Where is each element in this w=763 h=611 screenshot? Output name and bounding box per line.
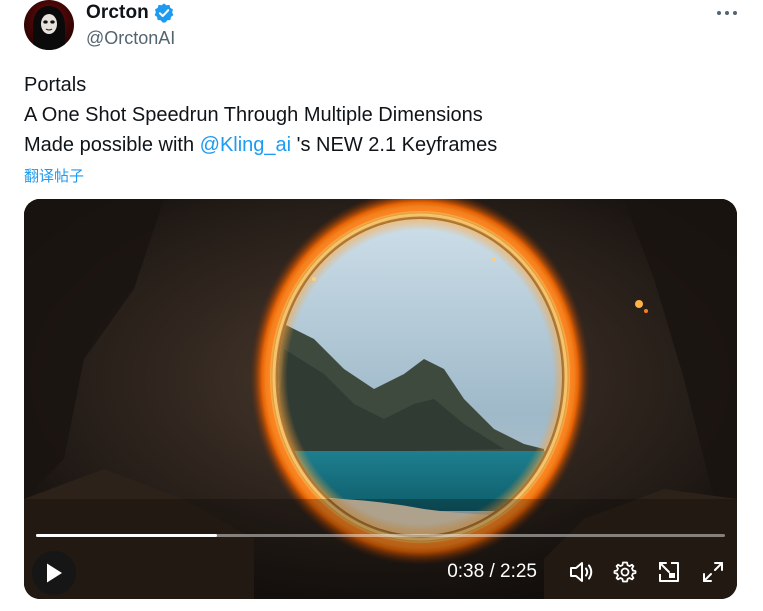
mute-button[interactable] — [567, 558, 595, 586]
author-name-row: Orcton — [86, 2, 175, 24]
translate-post-link[interactable]: 翻译帖子 — [24, 165, 84, 186]
verified-badge-icon — [153, 2, 175, 24]
fullscreen-icon — [703, 562, 723, 582]
video-time-display: 0:38 / 2:25 — [447, 561, 537, 583]
volume-icon — [570, 562, 593, 582]
video-progress-bar[interactable] — [36, 534, 725, 537]
duration: 2:25 — [500, 561, 537, 582]
kling-mention-link[interactable]: @Kling_ai — [200, 134, 291, 156]
current-time: 0:38 — [447, 561, 485, 582]
play-icon — [47, 563, 62, 583]
more-options-button[interactable] — [712, 3, 742, 23]
credit-suffix: 's NEW 2.1 Keyframes — [291, 134, 498, 156]
settings-icon — [613, 561, 637, 583]
play-button[interactable] — [32, 551, 76, 595]
author-handle[interactable]: @OrctonAI — [86, 28, 175, 49]
time-separator: / — [484, 561, 501, 582]
avatar[interactable] — [24, 0, 74, 50]
tweet: Orcton @OrctonAI Portals A One Shot Spee… — [0, 0, 763, 611]
credit-prefix: Made possible with — [24, 134, 200, 156]
tweet-line-credit: Made possible with @Kling_ai 's NEW 2.1 … — [24, 130, 497, 160]
tweet-text: Portals A One Shot Speedrun Through Mult… — [24, 70, 497, 160]
settings-button[interactable] — [611, 558, 639, 586]
more-dots-icon — [717, 11, 737, 15]
author-display-name[interactable]: Orcton — [86, 2, 149, 24]
pop-out-icon — [659, 562, 679, 582]
fullscreen-button[interactable] — [699, 558, 727, 586]
tweet-line-title: Portals — [24, 74, 87, 96]
pop-out-button[interactable] — [655, 558, 683, 586]
video-frame-portal-scene — [24, 199, 737, 599]
video-player[interactable]: 0:38 / 2:25 — [24, 199, 737, 599]
tweet-line-description: A One Shot Speedrun Through Multiple Dim… — [24, 104, 483, 126]
video-controls: 0:38 / 2:25 — [447, 558, 727, 586]
video-progress-fill — [36, 534, 217, 537]
